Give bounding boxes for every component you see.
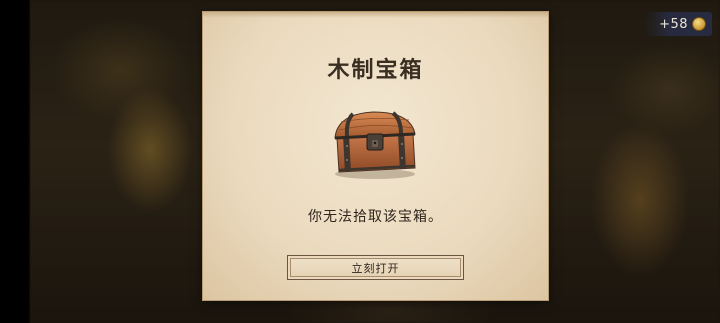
letterbox-left [0, 0, 30, 323]
open-now-button[interactable]: 立刻打开 [287, 255, 464, 280]
treasure-chest-icon [334, 111, 416, 179]
currency-amount: +58 [659, 16, 688, 32]
game-screen: +58 木制宝箱 你无法拾取该宝箱。 立刻打开 [0, 0, 720, 323]
dialog-message: 你无法拾取该宝箱。 [308, 209, 443, 225]
currency-counter: +58 [645, 12, 712, 36]
chest-dialog: 木制宝箱 你无法拾取该宝箱。 立刻打开 [203, 12, 548, 300]
dialog-title: 木制宝箱 [327, 58, 424, 83]
coin-icon [692, 17, 706, 31]
